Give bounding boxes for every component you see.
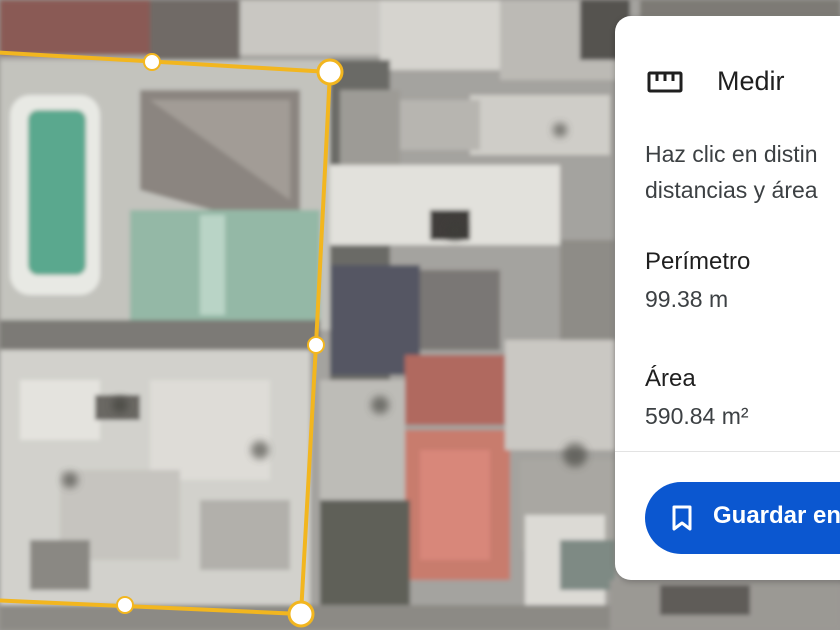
area-label: Área bbox=[645, 365, 696, 392]
description-line-1: Haz clic en distin bbox=[645, 141, 818, 167]
panel-divider bbox=[615, 451, 840, 452]
panel-title: Medir bbox=[717, 66, 785, 96]
midpoint-handle-right[interactable] bbox=[307, 336, 325, 354]
vertex-handle-bottom-right[interactable] bbox=[287, 600, 315, 628]
panel-description: Haz clic en distin distancias y área bbox=[645, 136, 840, 208]
perimeter-value: 99.38 m bbox=[645, 286, 729, 312]
midpoint-handle-top[interactable] bbox=[143, 53, 161, 71]
area-value: 590.84 m² bbox=[645, 403, 749, 429]
midpoint-handle-bottom[interactable] bbox=[116, 596, 134, 614]
save-button[interactable]: Guardar en bbox=[645, 482, 840, 554]
bookmark-icon bbox=[672, 505, 692, 531]
map-view[interactable]: Medir Haz clic en distin distancias y ár… bbox=[0, 0, 840, 630]
save-button-label: Guardar en bbox=[713, 502, 840, 529]
description-line-2: distancias y área bbox=[645, 177, 818, 203]
perimeter-label: Perímetro bbox=[645, 248, 751, 275]
panel-header: Medir bbox=[615, 16, 840, 116]
ruler-icon bbox=[647, 71, 683, 93]
vertex-handle-top-right[interactable] bbox=[316, 58, 344, 86]
measure-panel: Medir Haz clic en distin distancias y ár… bbox=[615, 16, 840, 580]
measure-outline bbox=[0, 50, 333, 617]
